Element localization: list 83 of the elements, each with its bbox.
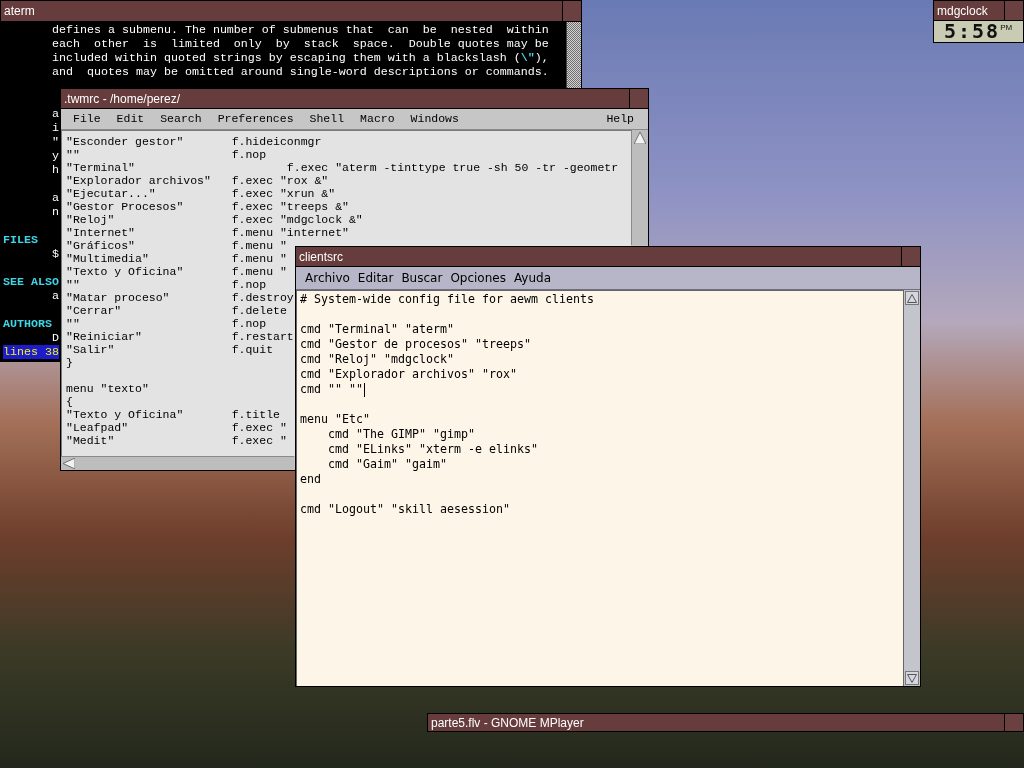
window-button[interactable] <box>1004 714 1023 731</box>
code-line: cmd "" "" <box>300 382 363 397</box>
section-heading: SEE ALSO <box>3 275 59 289</box>
terminal-line: n <box>52 205 59 219</box>
code-line: cmd "Gestor de procesos" "treeps" <box>300 337 531 352</box>
code-line: "" f.nop <box>66 278 267 291</box>
window-button[interactable] <box>562 1 581 21</box>
window-title: mdgclock <box>937 3 988 18</box>
scrollbar[interactable] <box>61 456 294 470</box>
code-line: "Medit" f.exec " <box>66 434 287 447</box>
window-button[interactable] <box>629 89 648 108</box>
menu-item[interactable]: Preferences <box>209 111 302 127</box>
code-line: { <box>66 395 73 408</box>
code-line: end <box>300 472 321 487</box>
code-line: "Explorador archivos" f.exec "rox &" <box>66 174 329 187</box>
code-line: cmd "The GIMP" "gimp" <box>327 427 475 442</box>
menu-item[interactable]: Buscar <box>397 270 447 286</box>
code-line: "Texto y Oficina" f.title <box>66 408 280 421</box>
code-line: cmd "Gaim" "gaim" <box>327 457 447 472</box>
terminal-line: a <box>52 107 59 121</box>
terminal-line: a <box>52 191 59 205</box>
code-line: "Cerrar" f.delete <box>66 304 287 317</box>
code-line: "" f.nop <box>66 148 267 161</box>
code-line: "Reloj" f.exec "mdgclock &" <box>66 213 363 226</box>
window-title: aterm <box>4 4 35 18</box>
menu-item[interactable]: Opciones <box>446 270 510 286</box>
terminal-line: " <box>52 135 59 149</box>
terminal-line: each other is limited only by stack space. Double quotes may be <box>52 37 549 51</box>
window-button[interactable] <box>1004 1 1023 20</box>
window-button[interactable] <box>901 247 920 266</box>
code-line: menu "texto" <box>66 382 149 395</box>
scrollbar[interactable] <box>631 130 648 245</box>
window-title: clientsrc <box>299 249 343 264</box>
window-title: .twmrc - /home/perez/ <box>64 91 181 106</box>
code-line: "Matar proceso" f.destroy <box>66 291 294 304</box>
code-line: "Multimedia" f.menu " <box>66 252 287 265</box>
terminal-line: and quotes may be omitted around single-word descriptions or commands. <box>52 65 549 79</box>
code-line: "Esconder gestor" f.hideiconmgr <box>66 135 322 148</box>
code-line: menu "Etc" <box>300 412 370 427</box>
menu-item[interactable]: Ayuda <box>509 270 556 286</box>
code-line: cmd "Explorador archivos" "rox" <box>300 367 517 382</box>
terminal-line: included within quoted strings by escaping them with a blackslash (\"), <box>52 51 549 65</box>
section-heading: AUTHORS <box>3 317 52 331</box>
section-heading: FILES <box>3 233 38 247</box>
code-line: "Salir" f.quit <box>66 343 274 356</box>
terminal-line: a <box>52 289 59 303</box>
terminal-line: h <box>52 163 59 177</box>
code-line: "Ejecutar..." f.exec "xrun &" <box>66 187 336 200</box>
code-line: } <box>66 356 73 369</box>
code-line: cmd "ELinks" "xterm -e elinks" <box>327 442 538 457</box>
menu-item[interactable]: Edit <box>108 111 153 127</box>
scrollbar[interactable] <box>566 22 581 88</box>
code-line: cmd "Reloj" "mdgclock" <box>300 352 454 367</box>
code-line: cmd "Logout" "skill aesession" <box>300 502 510 517</box>
menu-item[interactable]: Help <box>598 111 642 127</box>
code-line: "Gestor Procesos" f.exec "treeps &" <box>66 200 349 213</box>
code-line: "Texto y Oficina" f.menu " <box>66 265 287 278</box>
clock-time: 5:58 <box>944 21 1001 42</box>
terminal-line: y <box>52 149 59 163</box>
code-line: "Leafpad" f.exec " <box>66 421 287 434</box>
terminal-line: D <box>52 331 59 345</box>
clock-period: PM <box>1000 23 1013 32</box>
up-arrow-icon[interactable] <box>634 132 646 144</box>
menu-item[interactable]: Windows <box>402 111 467 127</box>
terminal-line: i <box>52 121 59 135</box>
code-line: "Gráficos" f.menu " <box>66 239 287 252</box>
window-title: parte5.flv - GNOME MPlayer <box>431 715 584 730</box>
terminal-line: defines a submenu. The number of submenus that can be nested within <box>52 23 549 37</box>
menu-item[interactable]: Archivo <box>301 270 354 286</box>
code-line: "Reiniciar" f.restart <box>66 330 294 343</box>
code-line: "Internet" f.menu "internet" <box>66 226 349 239</box>
code-line: "" f.nop <box>66 317 267 330</box>
code-line: cmd "Terminal" "aterm" <box>300 322 454 337</box>
scrollbar[interactable] <box>903 290 920 686</box>
menu-item[interactable]: Search <box>152 111 210 127</box>
menu-item[interactable]: File <box>65 111 109 127</box>
terminal-line: $ <box>52 247 59 261</box>
menu-item[interactable]: Shell <box>301 111 353 127</box>
menu-item[interactable]: Macro <box>352 111 403 127</box>
code-line: "Terminal" f.exec "aterm -tinttype true -sh 50 -tr -geometr <box>66 161 619 174</box>
code-line: # System-wide config file for aewm clients <box>300 292 594 307</box>
left-arrow-icon[interactable] <box>63 458 75 469</box>
menu-item[interactable]: Editar <box>353 270 398 286</box>
